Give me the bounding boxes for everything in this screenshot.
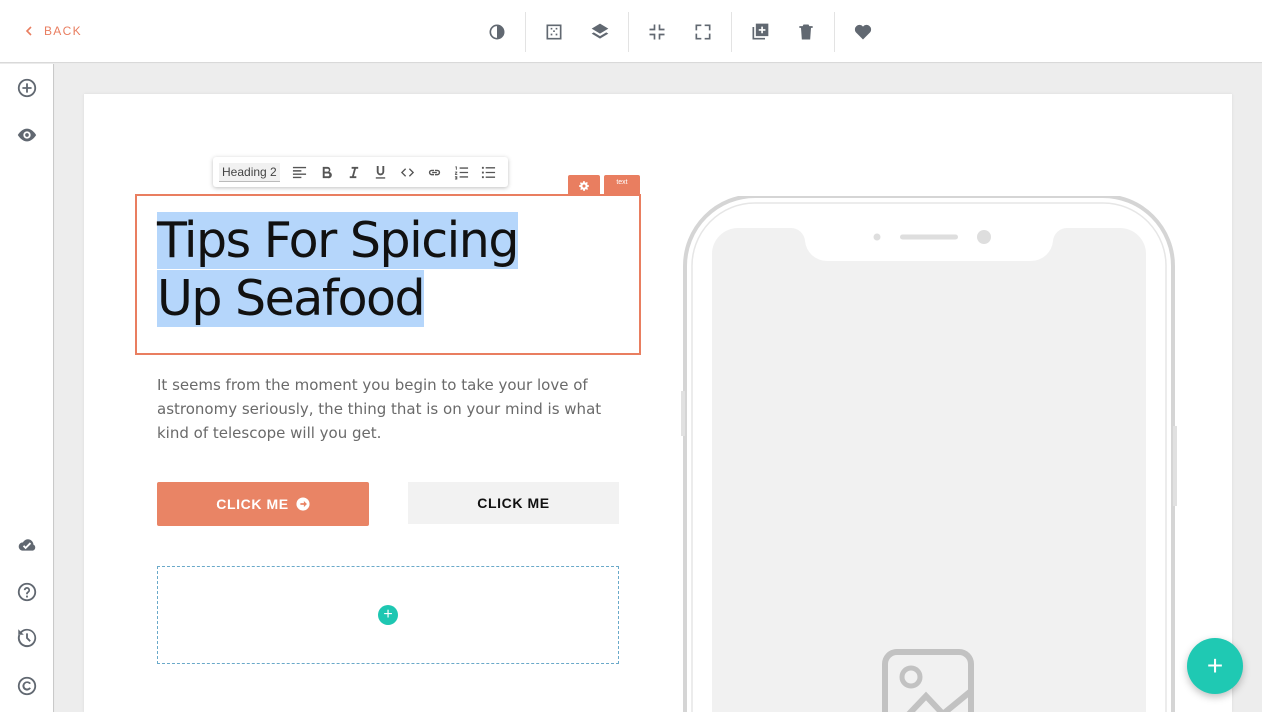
- phone-button-left: [681, 391, 685, 436]
- link-icon: [428, 169, 440, 175]
- secondary-cta-label: CLICK ME: [477, 495, 550, 511]
- contrast-icon: [489, 24, 505, 40]
- selected-text-element[interactable]: Tips For Spicing Up Seafood: [135, 194, 641, 355]
- add-circle-icon: [17, 78, 37, 98]
- code-button[interactable]: [394, 159, 421, 185]
- heart-icon: [854, 24, 872, 40]
- layers-button[interactable]: [577, 12, 623, 52]
- primary-cta-button[interactable]: CLICK ME: [157, 482, 369, 526]
- body-paragraph[interactable]: It seems from the moment you begin to ta…: [157, 373, 607, 445]
- bold-icon: [322, 166, 332, 178]
- underline-icon: [375, 165, 385, 179]
- link-button[interactable]: [421, 159, 448, 185]
- toolbar-divider: [731, 12, 732, 52]
- eye-icon: [17, 128, 37, 142]
- preview-button[interactable]: [15, 123, 39, 147]
- italic-icon: [349, 166, 358, 178]
- toolbar-divider: [628, 12, 629, 52]
- code-icon: [400, 167, 414, 177]
- expand-icon: [695, 24, 711, 40]
- duplicate-icon: [752, 23, 769, 40]
- grid-button[interactable]: [531, 12, 577, 52]
- back-button[interactable]: BACK: [24, 24, 82, 38]
- phone-sensor: [873, 233, 881, 241]
- cloud-check-icon: [18, 539, 36, 551]
- bullet-list-icon: [481, 166, 495, 178]
- save-cloud-button[interactable]: [15, 534, 39, 558]
- history-icon: [17, 628, 37, 648]
- phone-camera: [977, 230, 991, 244]
- empty-block-dropzone[interactable]: +: [157, 566, 619, 664]
- favorite-button[interactable]: [840, 12, 886, 52]
- back-label: BACK: [44, 24, 82, 38]
- phone-speaker: [900, 234, 958, 240]
- layers-icon: [591, 23, 609, 39]
- collapse-button[interactable]: [634, 12, 680, 52]
- left-sidebar: [0, 64, 54, 712]
- gear-icon: [579, 180, 589, 191]
- expand-button[interactable]: [680, 12, 726, 52]
- secondary-cta-button[interactable]: CLICK ME: [408, 482, 619, 524]
- add-block-button[interactable]: [15, 76, 39, 100]
- grid-icon: [546, 24, 562, 40]
- phone-screen: [712, 227, 1146, 712]
- contrast-button[interactable]: [474, 12, 520, 52]
- align-left-icon: [292, 166, 306, 178]
- history-button[interactable]: [15, 626, 39, 650]
- phone-button-right: [1173, 426, 1177, 506]
- chevron-left-icon: [25, 26, 32, 36]
- underline-button[interactable]: [367, 159, 394, 185]
- toolbar-divider: [834, 12, 835, 52]
- ordered-list-icon: [454, 165, 468, 180]
- arrow-circle-right-icon: [296, 497, 310, 511]
- tool-group: [474, 12, 886, 52]
- floating-add-button[interactable]: +: [1187, 638, 1243, 694]
- ordered-list-button[interactable]: [448, 159, 475, 185]
- bold-button[interactable]: [313, 159, 340, 185]
- top-toolbar: BACK: [0, 0, 1262, 63]
- toolbar-divider: [525, 12, 526, 52]
- element-settings-button[interactable]: [568, 175, 600, 196]
- copyright-button[interactable]: [15, 674, 39, 698]
- page-heading[interactable]: Tips For Spicing Up Seafood: [157, 212, 617, 328]
- add-element-button[interactable]: +: [378, 605, 398, 625]
- trash-icon: [799, 24, 813, 40]
- copyright-icon: [17, 676, 37, 696]
- heading-level-select[interactable]: Heading 2: [219, 162, 280, 182]
- align-left-button[interactable]: [286, 159, 313, 185]
- primary-cta-label: CLICK ME: [216, 496, 289, 512]
- delete-button[interactable]: [783, 12, 829, 52]
- collapse-icon: [649, 24, 665, 40]
- heading-line-1: Tips For Spicing: [157, 212, 519, 269]
- phone-mockup: [681, 196, 1177, 712]
- help-button[interactable]: [15, 580, 39, 604]
- italic-button[interactable]: [340, 159, 367, 185]
- duplicate-button[interactable]: [737, 12, 783, 52]
- help-icon: [17, 582, 37, 602]
- rich-text-toolbar: Heading 2: [213, 157, 508, 187]
- element-type-badge: text: [604, 175, 640, 196]
- bullet-list-button[interactable]: [475, 159, 502, 185]
- heading-line-2: Up Seafood: [157, 270, 426, 327]
